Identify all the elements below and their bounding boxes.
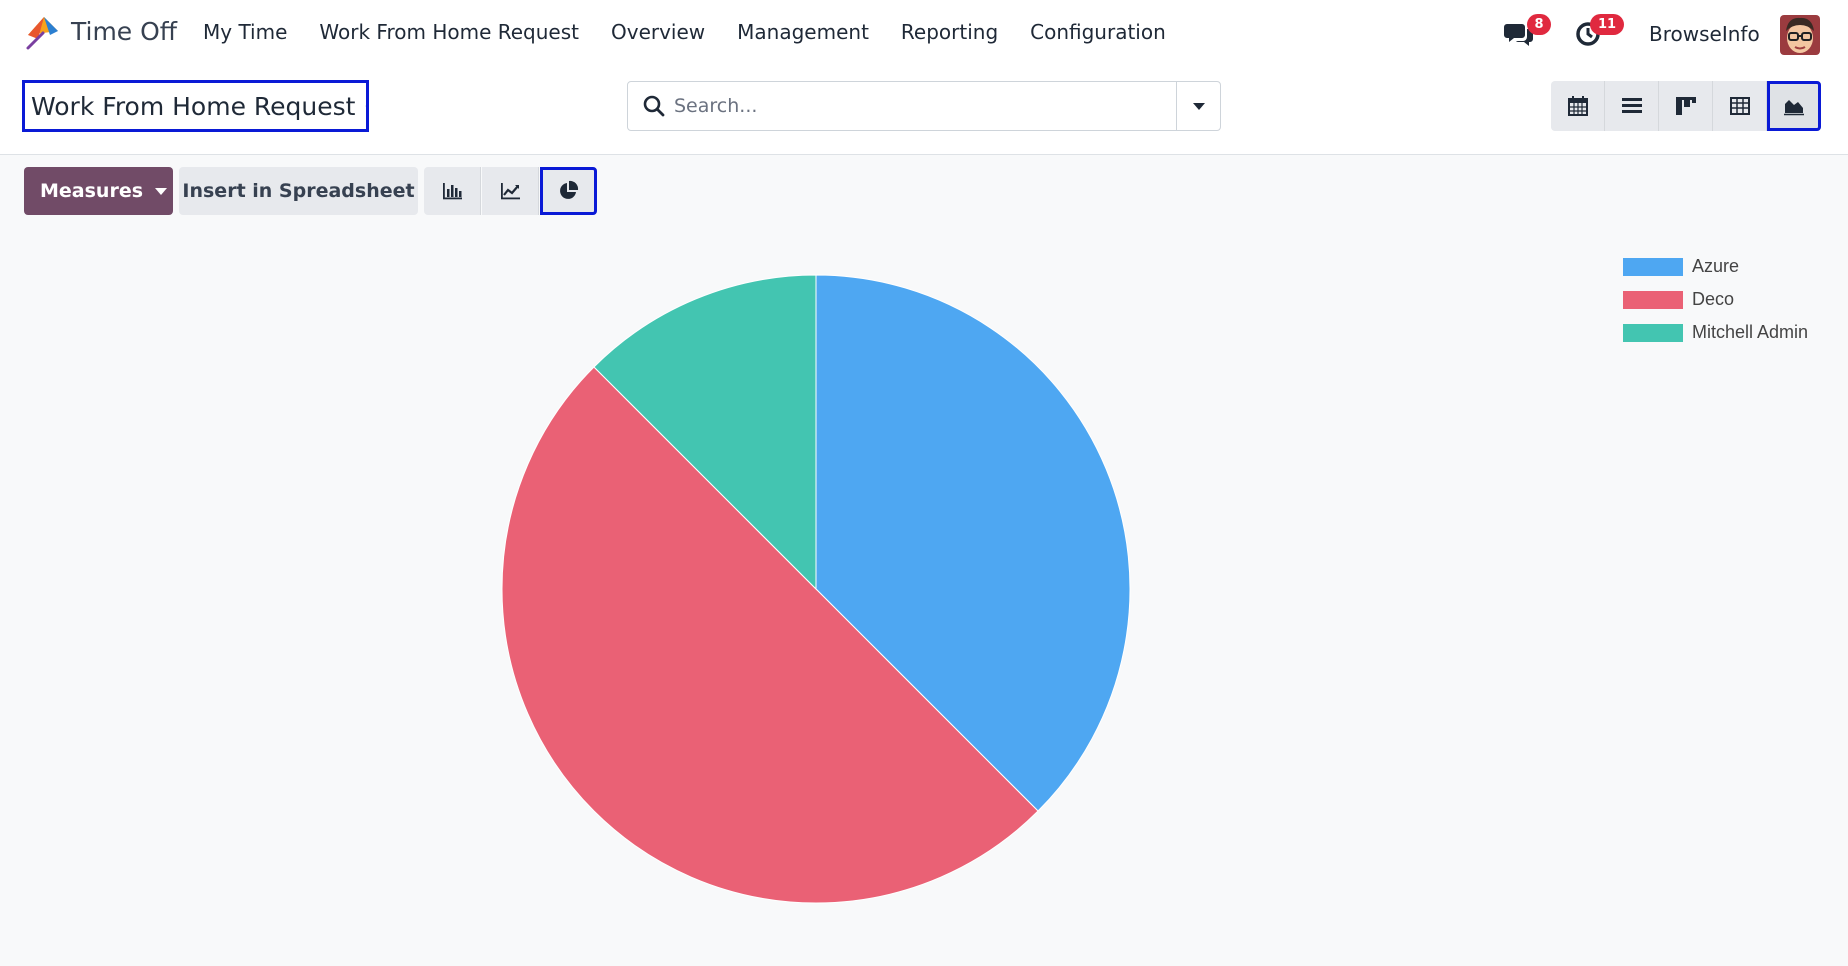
legend-label: Azure xyxy=(1692,256,1740,276)
list-icon xyxy=(1622,98,1642,113)
view-list-button[interactable] xyxy=(1605,81,1659,131)
breadcrumb: Work From Home Request xyxy=(22,80,369,132)
pie-chart-icon xyxy=(560,180,579,199)
menu-item-management[interactable]: Management xyxy=(737,20,869,44)
menu-item-my-time[interactable]: My Time xyxy=(203,20,287,44)
legend-label: Deco xyxy=(1692,289,1735,309)
view-switcher xyxy=(1551,81,1821,131)
messages-badge: 8 xyxy=(1527,14,1551,35)
umbrella-icon[interactable] xyxy=(24,15,60,51)
gear-icon[interactable] xyxy=(365,96,366,116)
avatar[interactable] xyxy=(1780,15,1820,55)
area-chart-icon xyxy=(1784,100,1804,116)
calendar-icon xyxy=(1568,96,1588,116)
legend-item-deco[interactable]: Deco xyxy=(1623,283,1808,316)
pie-chart xyxy=(501,274,1131,904)
menu-item-work-from-home-request[interactable]: Work From Home Request xyxy=(319,20,579,44)
view-pivot-button[interactable] xyxy=(1713,81,1767,131)
menu-item-overview[interactable]: Overview xyxy=(611,20,705,44)
page-title: Work From Home Request xyxy=(31,91,356,121)
insert-in-spreadsheet-button[interactable]: Insert in Spreadsheet xyxy=(179,167,418,215)
company-switcher[interactable]: BrowseInfo xyxy=(1649,22,1760,46)
user-avatar-icon xyxy=(1780,15,1820,55)
kanban-icon xyxy=(1676,97,1696,115)
search-input[interactable] xyxy=(674,90,1154,122)
search-bar xyxy=(627,81,1221,131)
legend-item-azure[interactable]: Azure xyxy=(1623,250,1808,283)
line-chart-icon xyxy=(501,183,520,200)
measures-dropdown[interactable]: Measures xyxy=(24,167,173,215)
view-kanban-button[interactable] xyxy=(1659,81,1713,131)
main-menu: My Time Work From Home Request Overview … xyxy=(203,20,1198,44)
insert-in-spreadsheet-label: Insert in Spreadsheet xyxy=(182,180,415,202)
graph-line-button[interactable] xyxy=(482,167,539,215)
view-graph-button[interactable] xyxy=(1767,81,1821,131)
menu-item-configuration[interactable]: Configuration xyxy=(1030,20,1166,44)
bar-chart-icon xyxy=(443,183,462,200)
caret-down-icon xyxy=(1193,103,1205,110)
control-panel: Work From Home Request xyxy=(0,68,1848,155)
search-options-toggle[interactable] xyxy=(1176,82,1220,130)
menu-item-reporting[interactable]: Reporting xyxy=(901,20,998,44)
view-calendar-button[interactable] xyxy=(1551,81,1605,131)
measures-label: Measures xyxy=(40,180,144,202)
pivot-icon xyxy=(1730,97,1750,115)
legend-label: Mitchell Admin xyxy=(1692,322,1809,342)
activities-badge: 11 xyxy=(1590,14,1624,35)
legend-swatch xyxy=(1623,290,1683,309)
legend-swatch xyxy=(1623,257,1683,276)
top-navbar: Time Off My Time Work From Home Request … xyxy=(0,0,1848,68)
legend-swatch xyxy=(1623,323,1683,342)
chart-legend: Azure Deco Mitchell Admin xyxy=(1623,250,1808,349)
graph-pie-button[interactable] xyxy=(540,167,597,215)
caret-down-icon xyxy=(155,187,168,195)
legend-item-mitchell-admin[interactable]: Mitchell Admin xyxy=(1623,316,1808,349)
app-name[interactable]: Time Off xyxy=(71,17,177,46)
search-icon xyxy=(643,95,665,117)
graph-bar-button[interactable] xyxy=(424,167,481,215)
